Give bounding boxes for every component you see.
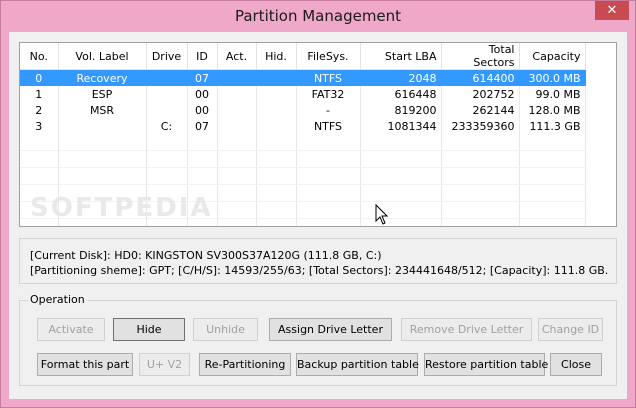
cell-act [217,118,257,134]
backup-partition-table-button[interactable]: Backup partition table [296,353,419,376]
re-partitioning-button[interactable]: Re-Partitioning [199,353,291,376]
cell-capacity: 111.3 GB [519,118,586,134]
cell-id: 00 [187,102,218,118]
cell-capacity: 128.0 MB [519,102,586,118]
cell-act [217,102,257,118]
column-header-total-sectors[interactable]: Total Sectors [441,43,520,70]
softpedia-watermark: SOFTPEDIA [30,193,213,223]
column-header-start-lba[interactable]: Start LBA [360,43,442,70]
close-button[interactable]: Close [550,353,602,376]
cell-total-sectors: 202752 [441,86,520,102]
format-partition-button[interactable]: Format this part [37,353,133,376]
empty-row [20,134,586,151]
cell-start-lba: 819200 [360,102,442,118]
change-id-button[interactable]: Change ID [538,318,603,341]
cell-filesys: FAT32 [296,86,361,102]
cell-drive [146,69,188,86]
cell-filesys: - [296,102,361,118]
unhide-button[interactable]: Unhide [193,318,258,341]
cell-id: 07 [187,118,218,134]
cell-drive: C: [146,118,188,134]
window-close-button[interactable]: ✕ [595,1,629,20]
u-plus-v2-button[interactable]: U+ V2 [139,353,190,376]
operation-group-label: Operation [28,293,87,306]
cell-no: 3 [20,118,59,134]
assign-drive-letter-button[interactable]: Assign Drive Letter [269,318,392,341]
cell-id: 00 [187,86,218,102]
partition-table[interactable]: No. Vol. Label Drive ID Act. Hid. FileSy… [19,42,617,227]
cell-drive [146,102,188,118]
cell-start-lba: 2048 [360,69,442,86]
cell-no: 0 [20,69,59,86]
empty-row [20,150,586,168]
table-row-partition-1[interactable]: 1 ESP 00 FAT32 616448 202752 99.0 MB [20,86,586,102]
cell-start-lba: 1081344 [360,118,442,134]
table-header-row: No. Vol. Label Drive ID Act. Hid. FileSy… [20,43,586,70]
column-header-capacity[interactable]: Capacity [519,43,586,70]
cell-capacity: 300.0 MB [519,69,586,86]
dialog-client-area: No. Vol. Label Drive ID Act. Hid. FileSy… [9,32,627,399]
operation-group: Operation Activate Hide Unhide Assign Dr… [19,293,617,386]
current-disk-info: [Current Disk]: HD0: KINGSTON SV300S37A1… [30,249,382,262]
partition-management-window: Partition Management ✕ No. Vol. Label Dr… [0,0,636,408]
column-header-hid[interactable]: Hid. [256,43,297,70]
column-header-drive[interactable]: Drive [146,43,188,70]
cell-capacity: 99.0 MB [519,86,586,102]
activate-button[interactable]: Activate [37,318,105,341]
cell-filesys: NTFS [296,69,361,86]
disk-info-panel: [Current Disk]: HD0: KINGSTON SV300S37A1… [19,238,617,284]
cell-vol-label [58,118,147,134]
column-header-no[interactable]: No. [20,43,59,70]
empty-row [20,167,586,185]
cell-vol-label: Recovery [58,69,147,86]
cell-total-sectors: 614400 [441,69,520,86]
column-header-id[interactable]: ID [187,43,218,70]
remove-drive-letter-button[interactable]: Remove Drive Letter [401,318,532,341]
cell-hid [256,86,297,102]
column-header-filesys[interactable]: FileSys. [296,43,361,70]
cell-filesys: NTFS [296,118,361,134]
window-title: Partition Management [234,7,402,25]
table-row-partition-3[interactable]: 3 C: 07 NTFS 1081344 233359360 111.3 GB [20,118,586,134]
cell-hid [256,118,297,134]
mouse-pointer-icon [375,204,389,225]
cell-act [217,86,257,102]
cell-hid [256,102,297,118]
cell-hid [256,69,297,86]
cell-start-lba: 616448 [360,86,442,102]
hide-button[interactable]: Hide [113,318,185,341]
table-row-partition-0[interactable]: 0 Recovery 07 NTFS 2048 614400 300.0 MB [20,69,586,86]
cell-no: 2 [20,102,59,118]
cell-no: 1 [20,86,59,102]
column-header-vol-label[interactable]: Vol. Label [58,43,147,70]
column-header-act[interactable]: Act. [217,43,257,70]
cell-act [217,69,257,86]
cell-drive [146,86,188,102]
cell-total-sectors: 262144 [441,102,520,118]
cell-vol-label: MSR [58,102,147,118]
title-bar[interactable]: Partition Management ✕ [1,1,635,32]
partitioning-scheme-info: [Partitioning sheme]: GPT; [C/H/S]: 1459… [30,264,609,277]
table-row-partition-2[interactable]: 2 MSR 00 - 819200 262144 128.0 MB [20,102,586,118]
cell-vol-label: ESP [58,86,147,102]
cell-id: 07 [187,69,218,86]
cell-total-sectors: 233359360 [441,118,520,134]
restore-partition-table-button[interactable]: Restore partition table [424,353,548,376]
